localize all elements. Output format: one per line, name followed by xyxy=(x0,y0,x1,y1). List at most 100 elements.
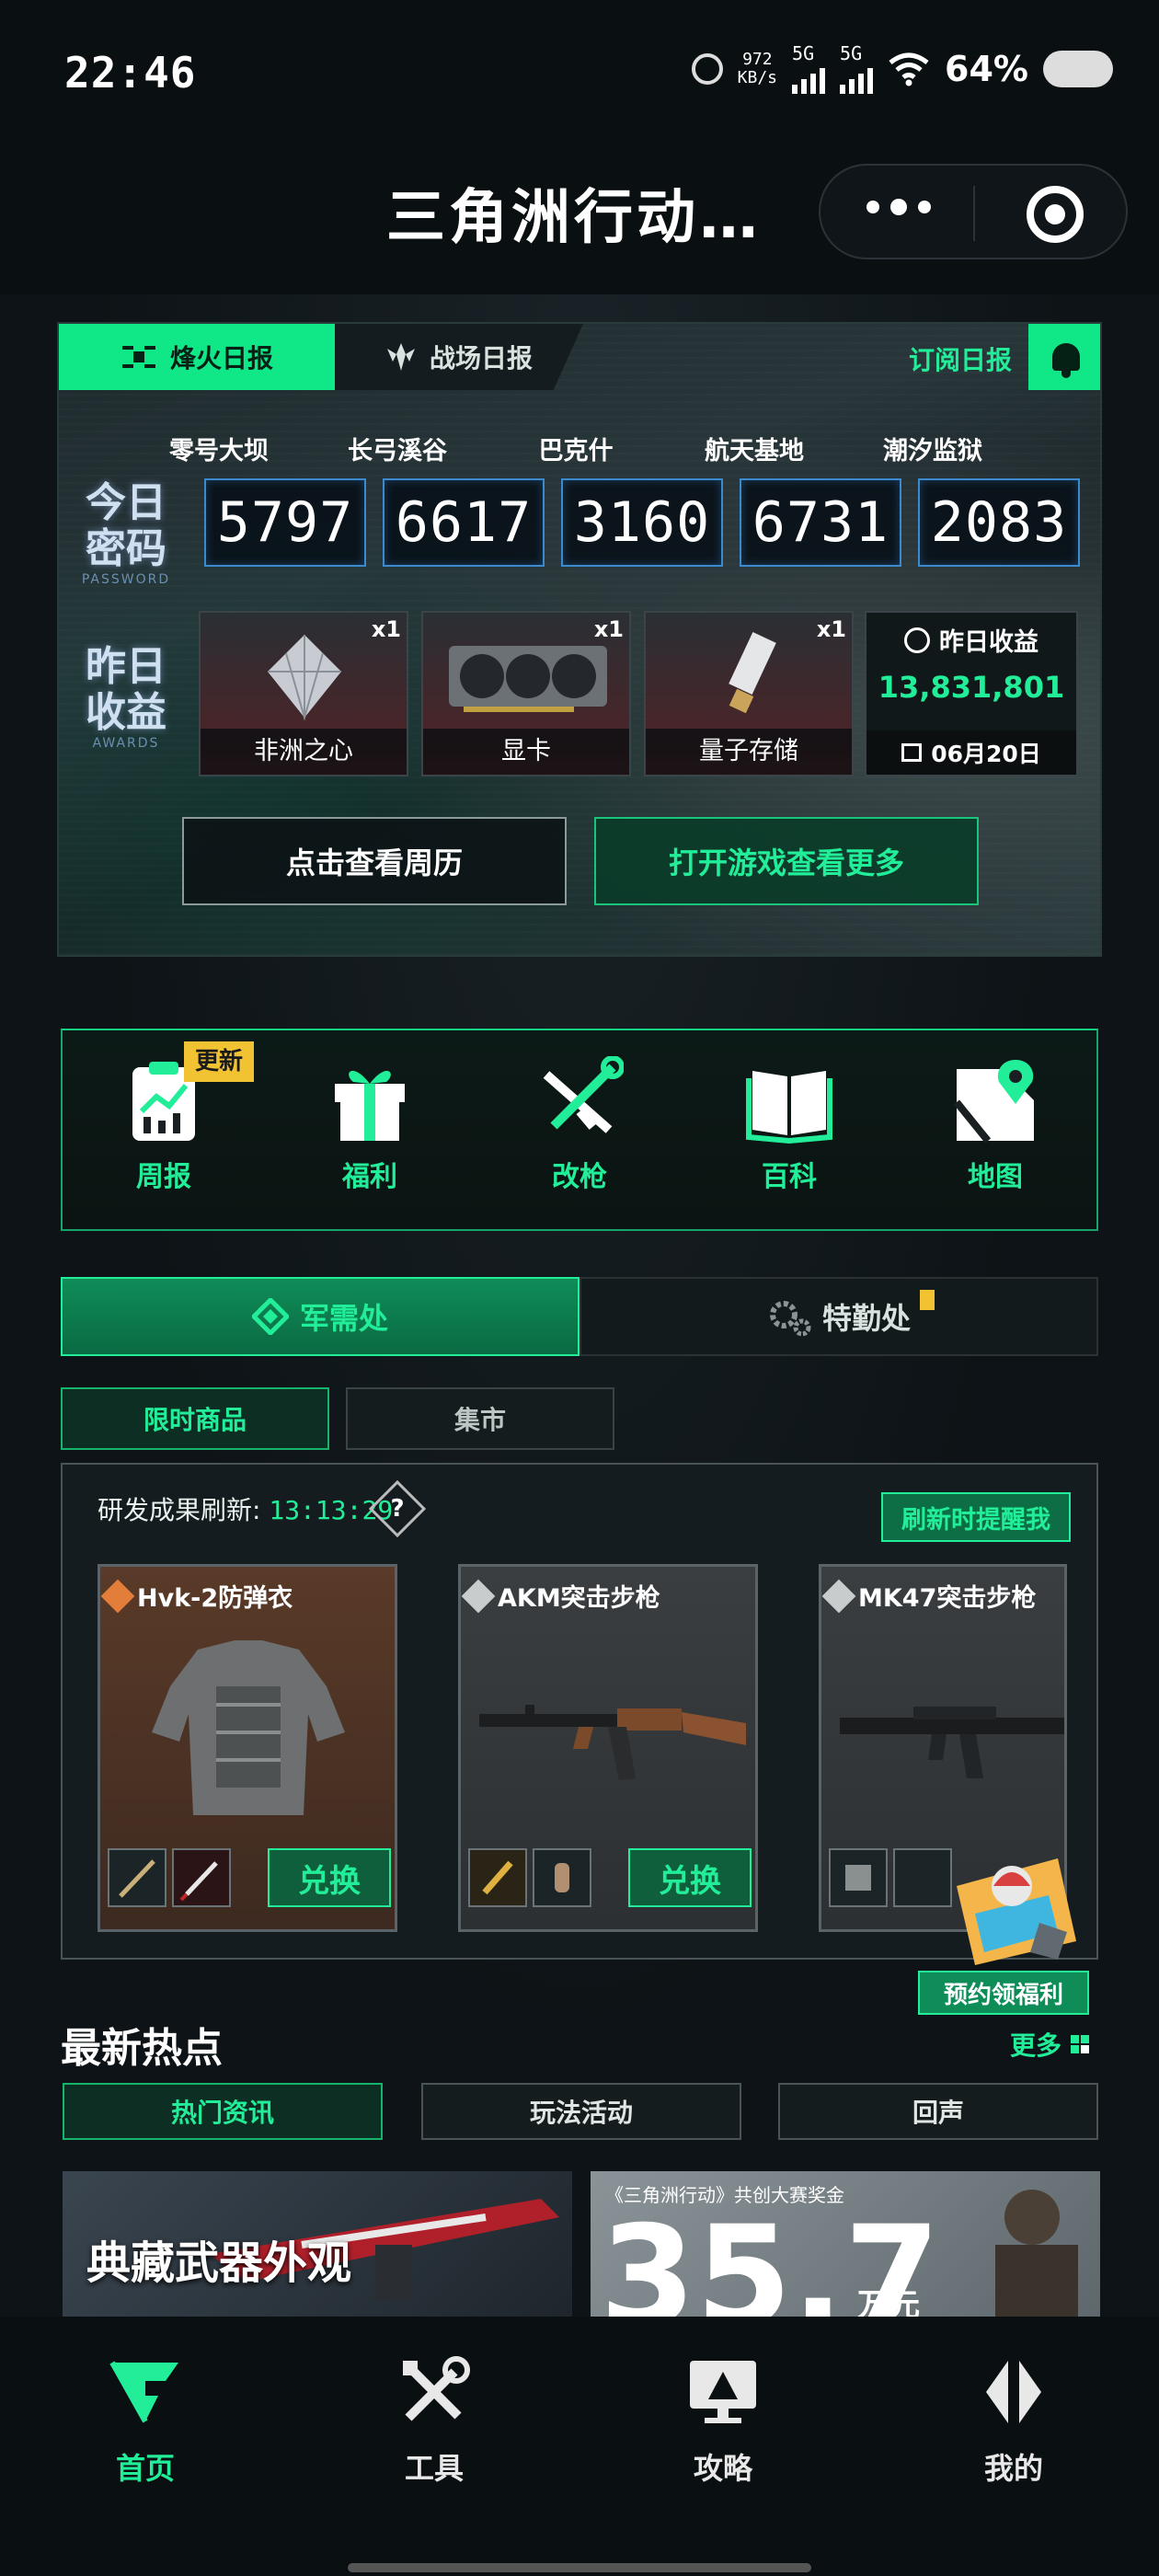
quick-nav-map[interactable]: 地图 xyxy=(922,1056,1069,1213)
heart-diamond-icon xyxy=(268,635,341,721)
alarm-icon xyxy=(691,53,723,85)
news-tab-hot[interactable]: 热门资讯 xyxy=(63,2083,383,2140)
news-card[interactable]: 《三角洲行动》共创大赛奖金 35.7 万元 xyxy=(591,2171,1100,2318)
nav-guides[interactable]: 攻略 xyxy=(631,2355,815,2488)
status-icons: 972 KB/s 5G 5G 64% xyxy=(691,42,1113,94)
news-card-title: 典藏武器外观 xyxy=(86,2237,352,2289)
material-slot xyxy=(468,1848,527,1907)
tab-battle-report[interactable]: 战场日报 xyxy=(335,324,583,390)
password-title: 今日 密码 xyxy=(86,479,166,572)
calendar-icon xyxy=(901,743,923,762)
notification-badge xyxy=(920,1290,935,1310)
more-link[interactable]: 更多 xyxy=(1010,2026,1091,2063)
rarity-orange-icon xyxy=(100,1579,135,1613)
bullet-icon xyxy=(482,1860,513,1895)
subscribe-link[interactable]: 订阅日报 xyxy=(909,340,1012,377)
password-code: 6731 xyxy=(740,478,901,567)
income-date: 06月20日 xyxy=(931,741,1041,767)
net-speed-unit: KB/s xyxy=(737,68,778,87)
password-label: 今日 密码 PASSWORD xyxy=(75,479,177,588)
material-slot xyxy=(829,1848,888,1907)
password-code: 2083 xyxy=(918,478,1080,567)
more-dots-icon[interactable] xyxy=(866,199,931,215)
product-name: MK47突击步枪 xyxy=(858,1584,1037,1613)
quick-nav-welfare[interactable]: 福利 xyxy=(296,1056,443,1213)
income-subtitle: AWARDS xyxy=(92,736,160,751)
sim2-label: 5G xyxy=(840,42,863,64)
tools-icon xyxy=(403,2356,470,2421)
prize-unit: 万元 xyxy=(857,2287,920,2318)
item-card[interactable]: x1 量子存储 xyxy=(644,611,854,776)
close-target-icon[interactable] xyxy=(1027,186,1084,243)
quick-nav-label: 福利 xyxy=(342,1161,397,1193)
reserve-welfare-button[interactable]: 预约领福利 xyxy=(918,1971,1089,2015)
open-game-button[interactable]: 打开游戏查看更多 xyxy=(594,817,979,905)
rarity-white-icon xyxy=(821,1579,856,1613)
news-tab-activities[interactable]: 玩法活动 xyxy=(421,2083,741,2140)
product-card[interactable]: Hvk-2防弹衣 兑换 xyxy=(98,1564,397,1932)
grid-icon xyxy=(1071,2035,1090,2053)
battery-percent: 64% xyxy=(945,49,1028,89)
quick-nav-label: 地图 xyxy=(968,1161,1023,1193)
sub-tab-limited[interactable]: 限时商品 xyxy=(61,1387,329,1450)
item-card[interactable]: x1 非洲之心 xyxy=(199,611,408,776)
knife-icon xyxy=(119,1859,155,1898)
section-title-news: 最新热点 xyxy=(61,2025,223,2072)
news-tab-echo[interactable]: 回声 xyxy=(778,2083,1098,2140)
quick-nav-label: 改枪 xyxy=(552,1161,607,1193)
quick-nav-gunsmith[interactable]: 改枪 xyxy=(506,1055,653,1213)
nav-home[interactable]: 首页 xyxy=(53,2355,237,2488)
tab-fire-label: 烽火日报 xyxy=(169,343,273,374)
coin-icon xyxy=(904,627,930,653)
view-weekly-calendar-button[interactable]: 点击查看周历 xyxy=(182,817,567,905)
home-indicator[interactable] xyxy=(348,2563,811,2572)
tab-fire-report[interactable]: 烽火日报 xyxy=(59,324,335,390)
password-code: 3160 xyxy=(561,478,723,567)
drone-icon xyxy=(121,346,155,368)
grip-icon xyxy=(555,1863,569,1892)
diamond-logo-icon xyxy=(251,1298,289,1335)
nav-profile[interactable]: 我的 xyxy=(922,2355,1106,2488)
akm-rifle-icon xyxy=(479,1705,746,1780)
status-time: 22:46 xyxy=(64,48,197,98)
promo-beach-icon[interactable] xyxy=(938,1849,1085,1969)
gpu-icon xyxy=(449,646,607,712)
item-card[interactable]: x1 显卡 xyxy=(421,611,631,776)
monitor-icon xyxy=(690,2361,756,2423)
quick-nav-label: 百科 xyxy=(762,1161,817,1193)
map-pin-icon xyxy=(951,1056,1039,1144)
sub-tab-market[interactable]: 集市 xyxy=(346,1387,614,1450)
tab-special-ops[interactable]: 特勤处 xyxy=(580,1277,1098,1356)
rarity-white-icon xyxy=(461,1579,496,1613)
quantum-storage-icon xyxy=(729,631,776,714)
soldier-image xyxy=(995,2190,1078,2318)
miniprogram-capsule xyxy=(819,164,1128,259)
income-card-title: 昨日收益 xyxy=(939,628,1039,657)
tab-special-ops-label: 特勤处 xyxy=(821,1301,911,1336)
nav-tools[interactable]: 工具 xyxy=(342,2355,526,2488)
tab-quartermaster[interactable]: 军需处 xyxy=(61,1277,580,1356)
item-qty: x1 xyxy=(593,616,624,642)
item-qty: x1 xyxy=(371,616,401,642)
bell-button[interactable] xyxy=(1028,324,1100,390)
material-slot xyxy=(533,1848,591,1907)
gun-wrench-icon xyxy=(535,1055,625,1144)
income-label: 昨日 收益 AWARDS xyxy=(75,644,177,752)
item-qty: x1 xyxy=(816,616,846,642)
home-g-icon xyxy=(109,2361,178,2423)
remind-me-button[interactable]: 刷新时提醒我 xyxy=(881,1492,1071,1542)
item-name: 量子存储 xyxy=(646,729,852,775)
page-title: 三角洲行动… xyxy=(386,184,762,252)
map-name: 零号大坝 xyxy=(169,437,269,466)
wifi-icon xyxy=(889,52,929,86)
chip-icon xyxy=(845,1865,871,1891)
book-icon xyxy=(745,1056,833,1144)
syringe-icon xyxy=(179,1861,218,1902)
more-label: 更多 xyxy=(1010,2030,1062,2061)
product-card[interactable]: AKM突击步枪 兑换 xyxy=(458,1564,758,1932)
exchange-button[interactable]: 兑换 xyxy=(628,1848,752,1907)
gears-icon xyxy=(769,1301,811,1337)
news-card[interactable]: 典藏武器外观 xyxy=(63,2171,572,2318)
quick-nav-wiki[interactable]: 百科 xyxy=(716,1056,863,1213)
exchange-button[interactable]: 兑换 xyxy=(268,1848,391,1907)
